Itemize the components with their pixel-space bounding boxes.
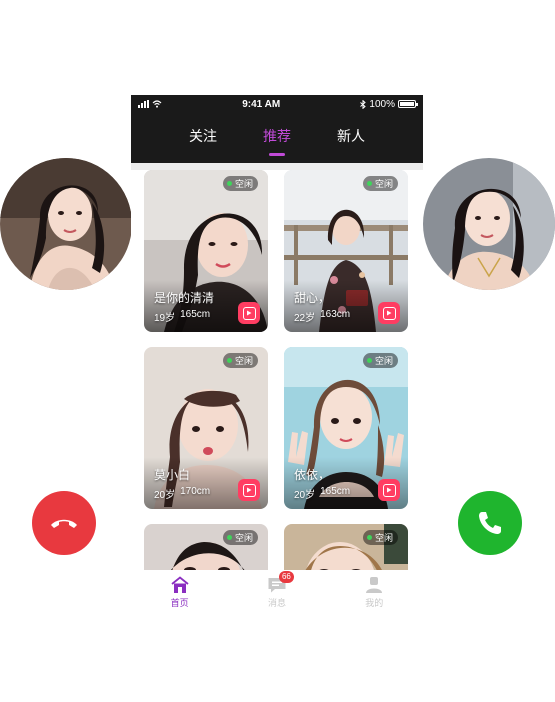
tab-new[interactable]: 新人 — [337, 126, 365, 150]
profile-age: 19岁 — [154, 313, 176, 324]
incoming-call-screen: 9:41 AM 100% 关注 推荐 新人 空闲 是你的清清 19岁 165cm… — [0, 0, 555, 702]
bluetooth-icon — [360, 99, 367, 109]
profile-info: 22岁 163cm — [294, 309, 350, 324]
profile-height: 165cm — [180, 309, 211, 320]
nav-label: 消息 — [267, 598, 286, 608]
video-play-button[interactable] — [378, 302, 400, 324]
phone-screen: 9:41 AM 100% 关注 推荐 新人 空闲 是你的清清 19岁 165cm… — [131, 95, 423, 625]
video-play-icon — [387, 310, 392, 316]
profile-name: 依依， — [294, 468, 331, 482]
profile-card[interactable]: 空闲 依依， 20岁 165cm — [284, 347, 408, 509]
phone-answer-icon — [479, 512, 501, 534]
profile-height: 163cm — [320, 309, 351, 320]
status-time: 9:41 AM — [242, 98, 281, 110]
signal-icon — [138, 100, 149, 108]
nav-label: 我的 — [365, 598, 384, 608]
status-badge: 空闲 — [222, 353, 258, 368]
profile-age: 20岁 — [294, 490, 316, 501]
profile-info: 20岁 165cm — [294, 486, 350, 501]
status-badge: 空闲 — [362, 530, 398, 545]
profile-info: 19岁 165cm — [154, 309, 210, 324]
status-badge: 空闲 — [362, 176, 398, 191]
nav-messages[interactable]: 66 消息 — [247, 571, 307, 609]
status-text: 空闲 — [234, 533, 253, 543]
profile-name: 甜心， — [294, 291, 331, 305]
status-text: 空闲 — [374, 356, 393, 366]
profile-height: 165cm — [320, 486, 351, 497]
video-play-button[interactable] — [378, 479, 400, 501]
wifi-icon — [152, 100, 162, 108]
profile-card[interactable]: 空闲 — [284, 524, 408, 570]
profile-card[interactable]: 空闲 是你的清清 19岁 165cm — [144, 170, 268, 332]
online-dot — [366, 181, 372, 186]
message-count-badge: 66 — [278, 571, 294, 583]
status-badge: 空闲 — [222, 530, 258, 545]
profile-name: 莫小白 — [154, 468, 191, 482]
profile-height: 170cm — [180, 486, 211, 497]
profile-icon — [366, 577, 383, 593]
nav-home[interactable]: 首页 — [150, 576, 210, 609]
online-dot — [226, 358, 232, 363]
profile-card[interactable]: 空闲 — [144, 524, 268, 570]
profile-age: 22岁 — [294, 313, 316, 324]
online-dot — [226, 181, 232, 186]
home-icon — [171, 576, 189, 593]
online-dot — [226, 535, 232, 540]
video-play-button[interactable] — [238, 302, 260, 324]
profile-grid: 空闲 是你的清清 19岁 165cm 空闲 甜心， 22岁 163cm 空闲 莫… — [131, 170, 423, 570]
video-play-icon — [247, 487, 252, 493]
status-text: 空闲 — [234, 356, 253, 366]
status-text: 空闲 — [374, 533, 393, 543]
profile-age: 20岁 — [154, 490, 176, 501]
video-play-icon — [247, 310, 252, 316]
header-divider — [131, 163, 423, 170]
profile-info: 20岁 170cm — [154, 486, 210, 501]
battery-icon — [398, 100, 418, 108]
tab-following[interactable]: 关注 — [189, 126, 217, 150]
profile-card[interactable]: 空闲 甜心， 22岁 163cm — [284, 170, 408, 332]
status-left — [138, 100, 162, 108]
status-right: 100% — [360, 98, 418, 110]
battery-percent: 100% — [369, 98, 395, 110]
status-text: 空闲 — [374, 179, 393, 189]
status-badge: 空闲 — [362, 353, 398, 368]
online-dot — [366, 358, 372, 363]
status-text: 空闲 — [234, 179, 253, 189]
status-bar: 9:41 AM 100% — [131, 95, 423, 113]
nav-profile[interactable]: 我的 — [344, 576, 404, 609]
status-badge: 空闲 — [222, 176, 258, 191]
top-tabs: 关注 推荐 新人 — [131, 113, 423, 163]
online-dot — [366, 535, 372, 540]
profile-card[interactable]: 空闲 莫小白 20岁 170cm — [144, 347, 268, 509]
phone-hangup-icon — [51, 519, 77, 528]
profile-name: 是你的清清 — [154, 291, 215, 305]
caller-avatar-right — [423, 158, 555, 290]
tab-recommended[interactable]: 推荐 — [263, 126, 291, 156]
nav-label: 首页 — [170, 598, 189, 608]
bottom-nav: 首页 66 消息 我的 — [131, 570, 423, 625]
video-play-icon — [387, 487, 392, 493]
caller-avatar-left — [0, 158, 132, 290]
accept-call-button[interactable] — [458, 491, 522, 555]
decline-call-button[interactable] — [32, 491, 96, 555]
video-play-button[interactable] — [238, 479, 260, 501]
